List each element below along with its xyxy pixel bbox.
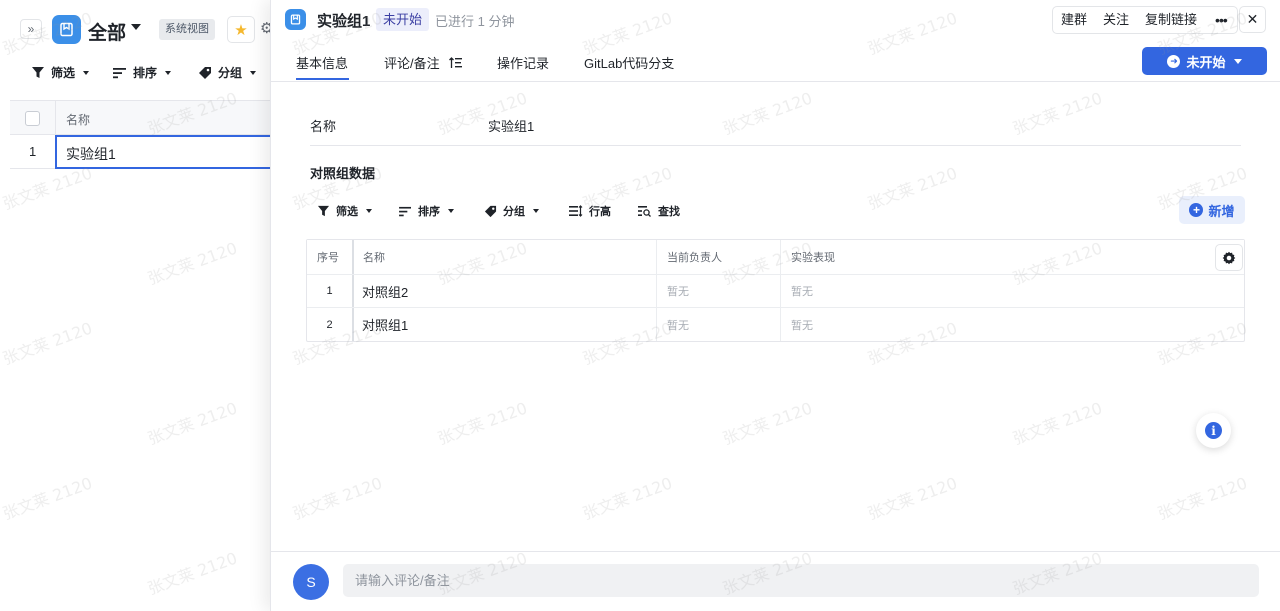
header-actions: 建群 关注 复制链接 ••• <box>1052 6 1238 34</box>
sort-order-icon <box>449 57 463 68</box>
more-icon[interactable]: ••• <box>1205 12 1237 28</box>
column-header-performance[interactable]: 实验表现 <box>791 240 835 274</box>
table-row[interactable]: 1 对照组2 暂无 暂无 <box>307 275 1244 308</box>
view-title[interactable]: 全部 <box>88 18 126 45</box>
field-name-row: 名称 实验组1 <box>310 100 1241 146</box>
caret-down-icon <box>1233 58 1242 64</box>
row-name: 实验组1 <box>66 146 116 162</box>
select-all-checkbox[interactable] <box>25 111 40 126</box>
comment-input[interactable] <box>343 564 1259 597</box>
tab-basic-info[interactable]: 基本信息 <box>296 53 348 72</box>
arrow-right-icon: ➜ <box>1167 54 1181 68</box>
row-height-label: 行高 <box>589 206 611 218</box>
system-view-badge: 系统视图 <box>159 19 215 40</box>
column-header-name[interactable]: 名称 <box>66 111 90 128</box>
view-dropdown-icon[interactable] <box>131 24 141 30</box>
row-performance[interactable]: 暂无 <box>791 308 813 341</box>
section-title: 对照组数据 <box>310 166 376 181</box>
filter-icon <box>32 67 44 78</box>
status-button-label: 未开始 <box>1186 54 1226 70</box>
tab-comments[interactable]: 评论/备注 <box>384 53 463 72</box>
sort-label: 排序 <box>133 66 158 80</box>
expand-sidebar-icon[interactable]: » <box>20 19 42 39</box>
follow-button[interactable]: 关注 <box>1095 7 1137 33</box>
table-row[interactable]: 1 实验组1 <box>10 135 272 169</box>
tab-gitlab-branches[interactable]: GitLab代码分支 <box>584 53 674 72</box>
avatar[interactable]: S <box>293 564 329 600</box>
group-label: 分组 <box>218 66 243 80</box>
row-name[interactable]: 对照组2 <box>362 275 408 307</box>
close-icon[interactable]: ✕ <box>1239 6 1266 33</box>
info-icon: i <box>1205 422 1222 439</box>
record-icon <box>285 9 306 30</box>
control-group-table: 序号 名称 当前负责人 实验表现 1 对照组2 暂无 暂无 2 对照组1 暂无 <box>306 239 1245 342</box>
row-index: 2 <box>326 318 333 331</box>
row-height-button[interactable]: 行高 <box>569 203 611 219</box>
selected-cell[interactable]: 实验组1 <box>55 135 272 169</box>
add-new-button[interactable]: + 新增 <box>1179 196 1245 224</box>
find-label: 查找 <box>658 206 680 218</box>
table-header: 序号 名称 当前负责人 实验表现 <box>307 240 1244 275</box>
sort-icon <box>399 206 411 216</box>
sub-filter-button[interactable]: 筛选 <box>317 203 372 219</box>
row-index: 1 <box>326 285 333 297</box>
group-button[interactable]: 分组 <box>198 64 257 81</box>
copy-link-button[interactable]: 复制链接 <box>1137 7 1205 33</box>
elapsed-time: 已进行 1 分钟 <box>435 14 515 29</box>
sub-filter-label: 筛选 <box>336 206 358 218</box>
status-dropdown-button[interactable]: ➜ 未开始 <box>1142 47 1267 75</box>
tag-icon <box>484 205 497 217</box>
sub-group-button[interactable]: 分组 <box>484 203 539 219</box>
create-group-button[interactable]: 建群 <box>1053 7 1095 33</box>
tab-operation-log[interactable]: 操作记录 <box>497 53 549 72</box>
row-number: 1 <box>29 144 37 159</box>
field-value[interactable]: 实验组1 <box>488 116 534 135</box>
sort-button[interactable]: 排序 <box>113 64 172 81</box>
star-icon[interactable]: ★ <box>227 16 255 43</box>
info-button[interactable]: i <box>1196 413 1231 448</box>
sub-sort-button[interactable]: 排序 <box>399 203 454 219</box>
row-height-icon <box>569 205 583 217</box>
field-label: 名称 <box>310 119 337 134</box>
filter-label: 筛选 <box>51 66 76 80</box>
detail-drawer: 实验组1 未开始 已进行 1 分钟 建群 关注 复制链接 ••• ✕ 基本信息 … <box>270 0 1280 611</box>
table-row[interactable]: 2 对照组1 暂无 暂无 <box>307 308 1244 341</box>
main-table: 名称 1 实验组1 <box>10 100 272 169</box>
column-header-index[interactable]: 序号 <box>317 240 339 274</box>
view-icon <box>52 15 81 44</box>
drawer-tabs: 基本信息 评论/备注 操作记录 GitLab代码分支 ➜ 未开始 <box>271 40 1280 82</box>
sort-icon <box>113 67 126 78</box>
row-performance[interactable]: 暂无 <box>791 275 813 307</box>
column-header-owner[interactable]: 当前负责人 <box>667 240 722 274</box>
table-header: 名称 <box>10 100 272 136</box>
find-icon <box>638 206 651 217</box>
table-settings-icon[interactable] <box>1215 244 1243 271</box>
find-button[interactable]: 查找 <box>638 203 680 219</box>
drawer-title: 实验组1 <box>317 13 371 30</box>
row-name[interactable]: 对照组1 <box>362 308 408 341</box>
tab-comments-label: 评论/备注 <box>384 56 440 71</box>
add-new-label: 新增 <box>1208 203 1235 219</box>
row-owner[interactable]: 暂无 <box>667 308 689 341</box>
sub-group-label: 分组 <box>503 206 525 218</box>
sub-sort-label: 排序 <box>418 206 440 218</box>
plus-icon: + <box>1189 203 1204 217</box>
tag-icon <box>199 66 211 79</box>
comment-footer: S <box>271 551 1280 611</box>
row-owner[interactable]: 暂无 <box>667 275 689 307</box>
active-tab-indicator <box>296 78 349 80</box>
filter-icon <box>317 205 330 217</box>
drawer-header: 实验组1 未开始 已进行 1 分钟 建群 关注 复制链接 ••• ✕ <box>271 0 1280 40</box>
status-badge: 未开始 <box>376 8 430 31</box>
column-header-name[interactable]: 名称 <box>363 240 385 274</box>
filter-button[interactable]: 筛选 <box>31 64 90 81</box>
